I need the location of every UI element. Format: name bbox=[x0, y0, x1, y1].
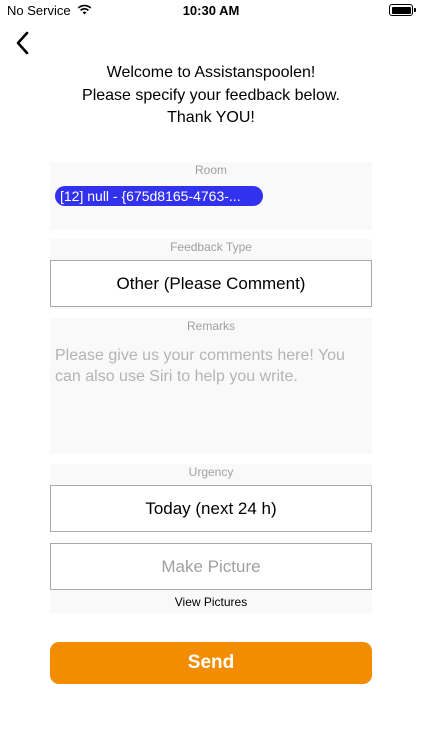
remarks-label: Remarks bbox=[186, 319, 235, 333]
picture-section: Make Picture View Pictures bbox=[50, 543, 372, 613]
room-label: Room bbox=[194, 163, 227, 177]
room-chip[interactable]: [12] null - {675d8165-4763-... bbox=[55, 186, 263, 206]
feedback-type-value: Other (Please Comment) bbox=[116, 273, 306, 293]
welcome-line-2: Please specify your feedback below. bbox=[82, 86, 340, 104]
send-label: Send bbox=[187, 652, 235, 673]
feedback-type-select[interactable]: Other (Please Comment) bbox=[50, 260, 372, 307]
make-picture-button[interactable]: Make Picture bbox=[50, 543, 372, 590]
chevron-left-icon bbox=[16, 31, 29, 55]
urgency-value: Today (next 24 h) bbox=[145, 498, 277, 518]
welcome-message: Welcome to Assistanspoolen! Please speci… bbox=[0, 62, 422, 130]
status-bar: No Service 10:30 AM bbox=[0, 0, 422, 22]
feedback-type-section: Feedback Type Other (Please Comment) bbox=[50, 239, 372, 309]
feedback-type-label: Feedback Type bbox=[170, 240, 252, 254]
view-pictures-link[interactable]: View Pictures bbox=[50, 595, 372, 609]
welcome-line-3: Thank YOU! bbox=[167, 109, 255, 126]
send-button[interactable]: Send bbox=[50, 642, 372, 684]
battery-icon bbox=[389, 4, 416, 16]
urgency-select[interactable]: Today (next 24 h) bbox=[50, 485, 372, 532]
back-button[interactable] bbox=[8, 28, 36, 58]
room-section: Room [12] null - {675d8165-4763-... bbox=[50, 162, 372, 230]
remarks-section[interactable]: Remarks Please give us your comments her… bbox=[50, 318, 372, 454]
remarks-input[interactable]: Please give us your comments here! You c… bbox=[55, 345, 365, 387]
urgency-section: Urgency Today (next 24 h) bbox=[50, 464, 372, 532]
status-time: 10:30 AM bbox=[182, 3, 240, 18]
make-picture-label: Make Picture bbox=[161, 556, 261, 576]
urgency-label: Urgency bbox=[188, 465, 234, 479]
welcome-line-1: Welcome to Assistanspoolen! bbox=[106, 64, 316, 81]
